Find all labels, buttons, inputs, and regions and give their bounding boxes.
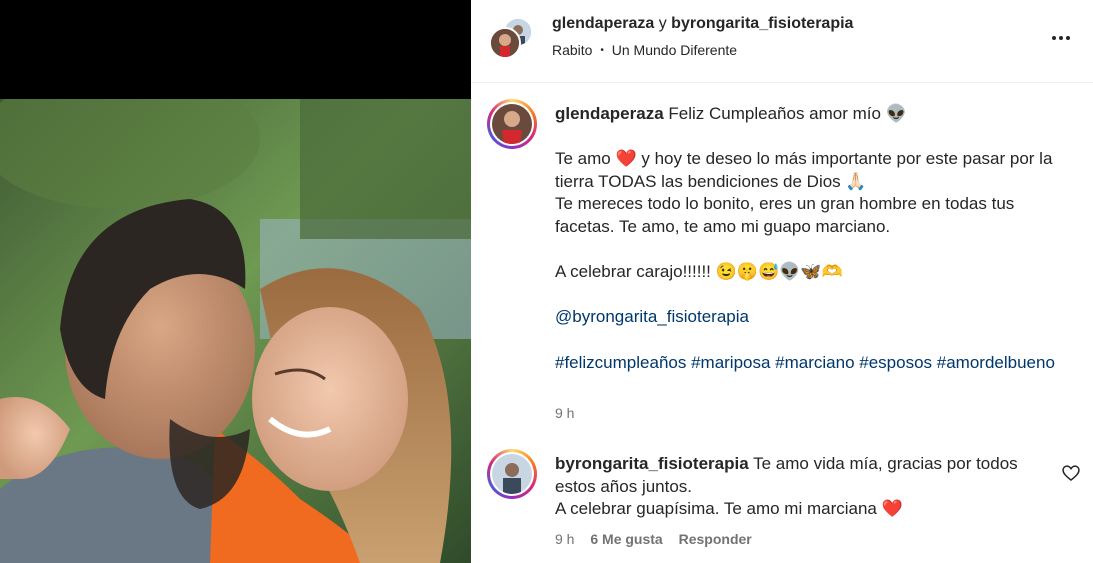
caption-line: Feliz Cumpleaños amor mío 👽 [668, 104, 907, 123]
comment-text: byrongarita_fisioterapia Te amo vida mía… [555, 453, 1045, 521]
heart-outline-icon[interactable] [1061, 463, 1081, 483]
reply-button[interactable]: Responder [679, 531, 752, 547]
comment-meta: 9 h 6 Me gusta Responder [555, 531, 752, 547]
audio-song: Rabito [552, 42, 593, 58]
comment-likes[interactable]: 6 Me gusta [590, 531, 662, 547]
avatar[interactable] [487, 449, 537, 499]
caption-meta: 9 h [555, 405, 574, 421]
post-sidebar: glendaperaza y byrongarita_fisioterapia … [471, 0, 1093, 563]
caption-line [555, 126, 1060, 149]
avatar[interactable] [487, 99, 537, 149]
caption-text: glendaperaza Feliz Cumpleaños amor mío 👽… [555, 103, 1060, 374]
more-horizontal-icon[interactable] [1049, 26, 1073, 50]
caption-mention-link[interactable]: @byrongarita_fisioterapia [555, 306, 1060, 329]
collab-avatars[interactable] [489, 17, 533, 61]
caption-line: A celebrar carajo!!!!!! 😉🤫😅👽🦋🫶 [555, 262, 843, 282]
caption-line [555, 284, 1060, 307]
author-username[interactable]: glendaperaza [552, 15, 654, 32]
caption-line: Te amo ❤️ y hoy te deseo lo más importan… [555, 149, 1053, 191]
comment-username[interactable]: byrongarita_fisioterapia [555, 454, 749, 473]
author-connector: y [658, 15, 667, 32]
audio-info[interactable]: Rabito • Un Mundo Diferente [552, 42, 737, 58]
comment-timestamp[interactable]: 9 h [555, 531, 574, 547]
comment-line: A celebrar guapísima. Te amo mi marciana… [555, 499, 903, 519]
caption-hashtags-link[interactable]: #felizcumpleaños #mariposa #marciano #es… [555, 352, 1060, 375]
audio-album: Un Mundo Diferente [611, 42, 738, 58]
post-header: glendaperaza y byrongarita_fisioterapia … [471, 0, 1093, 83]
post-media [0, 0, 471, 563]
avatar [489, 27, 521, 59]
caption-line [555, 239, 1060, 262]
post-photo[interactable] [0, 99, 471, 563]
post-authors: glendaperaza y byrongarita_fisioterapia [552, 15, 853, 33]
caption-line: Te mereces todo lo bonito, eres un gran … [555, 194, 1015, 236]
author-username[interactable]: byrongarita_fisioterapia [671, 15, 853, 32]
caption-timestamp[interactable]: 9 h [555, 405, 574, 421]
audio-separator: • [600, 45, 604, 56]
caption-username[interactable]: glendaperaza [555, 104, 664, 123]
